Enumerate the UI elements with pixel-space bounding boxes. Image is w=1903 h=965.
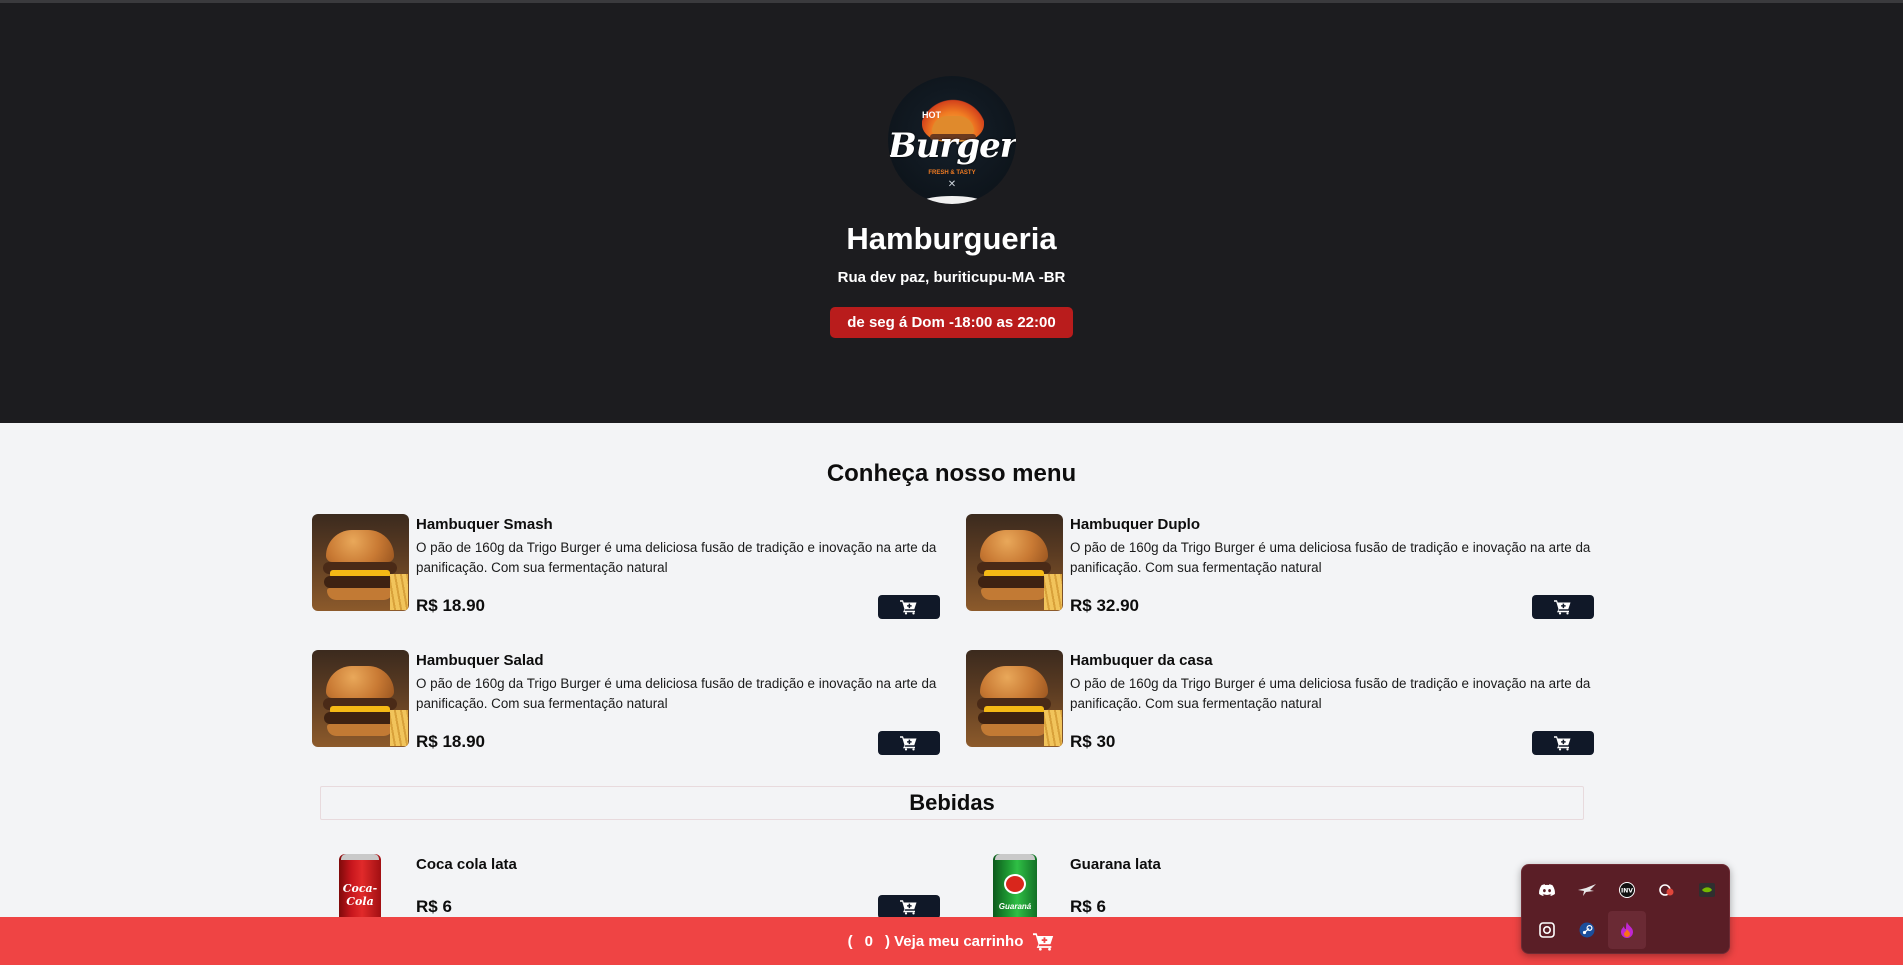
add-to-cart-button[interactable] — [878, 731, 940, 755]
item-name: Guarana lata — [1070, 856, 1161, 873]
add-to-cart-button[interactable] — [878, 895, 940, 919]
cart-open-paren: ( — [847, 932, 853, 950]
cart-plus-icon — [900, 900, 917, 915]
drinks-section-title: Bebidas — [320, 786, 1584, 820]
utensils-icon: ✕ — [947, 179, 957, 190]
cart-plus-icon — [1554, 600, 1571, 615]
cart-plus-icon — [900, 600, 917, 615]
item-price: R$ 6 — [1070, 897, 1106, 916]
cloud-app-icon[interactable] — [1648, 871, 1686, 909]
cart-plus-icon — [1033, 932, 1054, 951]
menu-item: Hambuquer da casa O pão de 160g da Trigo… — [966, 650, 1594, 755]
burger-image — [966, 650, 1063, 747]
item-description: O pão de 160g da Trigo Burger é uma deli… — [416, 540, 937, 575]
item-price: R$ 32.90 — [1070, 596, 1139, 615]
brand-logo: HOT Burgers FRESH & TASTY ✕ — [888, 76, 1016, 204]
item-price: R$ 6 — [416, 897, 452, 916]
steam-icon[interactable] — [1568, 911, 1606, 949]
menu-item: Hambuquer Salad O pão de 160g da Trigo B… — [312, 650, 940, 755]
hero-header: HOT Burgers FRESH & TASTY ✕ Hamburgueria… — [0, 3, 1903, 423]
burger-image — [312, 650, 409, 747]
item-price: R$ 18.90 — [416, 732, 485, 751]
item-description: O pão de 160g da Trigo Burger é uma deli… — [1070, 676, 1591, 711]
burger-image — [966, 514, 1063, 611]
discord-icon[interactable] — [1528, 871, 1566, 909]
system-tray-overflow: INV — [1521, 864, 1730, 954]
logo-hot-text: HOT — [922, 110, 941, 120]
item-name: Coca cola lata — [416, 856, 517, 873]
item-name: Hambuquer Salad — [416, 652, 544, 669]
burger-image — [312, 514, 409, 611]
logo-wordmark: Burgers — [888, 126, 1016, 166]
item-name: Hambuquer Duplo — [1070, 516, 1200, 533]
add-to-cart-button[interactable] — [1532, 731, 1594, 755]
item-price: R$ 30 — [1070, 732, 1116, 751]
nvidia-icon[interactable] — [1688, 871, 1726, 909]
item-name: Hambuquer da casa — [1070, 652, 1213, 669]
item-name: Hambuquer Smash — [416, 516, 553, 533]
opening-hours-badge: de seg á Dom -18:00 as 22:00 — [830, 307, 1073, 338]
flame-app-icon[interactable] — [1608, 911, 1646, 949]
restaurant-address: Rua dev paz, buriticupu-MA -BR — [837, 269, 1066, 286]
restaurant-title: Hamburgueria — [846, 221, 1057, 256]
menu-item: Hambuquer Smash O pão de 160g da Trigo B… — [312, 514, 940, 619]
item-description: O pão de 160g da Trigo Burger é uma deli… — [1070, 540, 1591, 575]
add-to-cart-button[interactable] — [1532, 595, 1594, 619]
svg-text:INV: INV — [1621, 888, 1633, 895]
add-to-cart-button[interactable] — [878, 595, 940, 619]
item-description: O pão de 160g da Trigo Burger é uma deli… — [416, 676, 937, 711]
menu-title: Conheça nosso menu — [826, 460, 1077, 487]
bird-app-icon[interactable] — [1568, 871, 1606, 909]
view-cart-label: ) Veja meu carrinho — [884, 932, 1024, 950]
item-price: R$ 18.90 — [416, 596, 485, 615]
capture-app-icon[interactable] — [1528, 911, 1566, 949]
nvidia-overlay-icon[interactable]: INV — [1608, 871, 1646, 909]
cart-plus-icon — [1554, 736, 1571, 751]
menu-item: Hambuquer Duplo O pão de 160g da Trigo B… — [966, 514, 1594, 619]
logo-tagline: FRESH & TASTY — [928, 170, 976, 176]
cart-count: 0 — [864, 932, 873, 950]
cart-plus-icon — [900, 736, 917, 751]
